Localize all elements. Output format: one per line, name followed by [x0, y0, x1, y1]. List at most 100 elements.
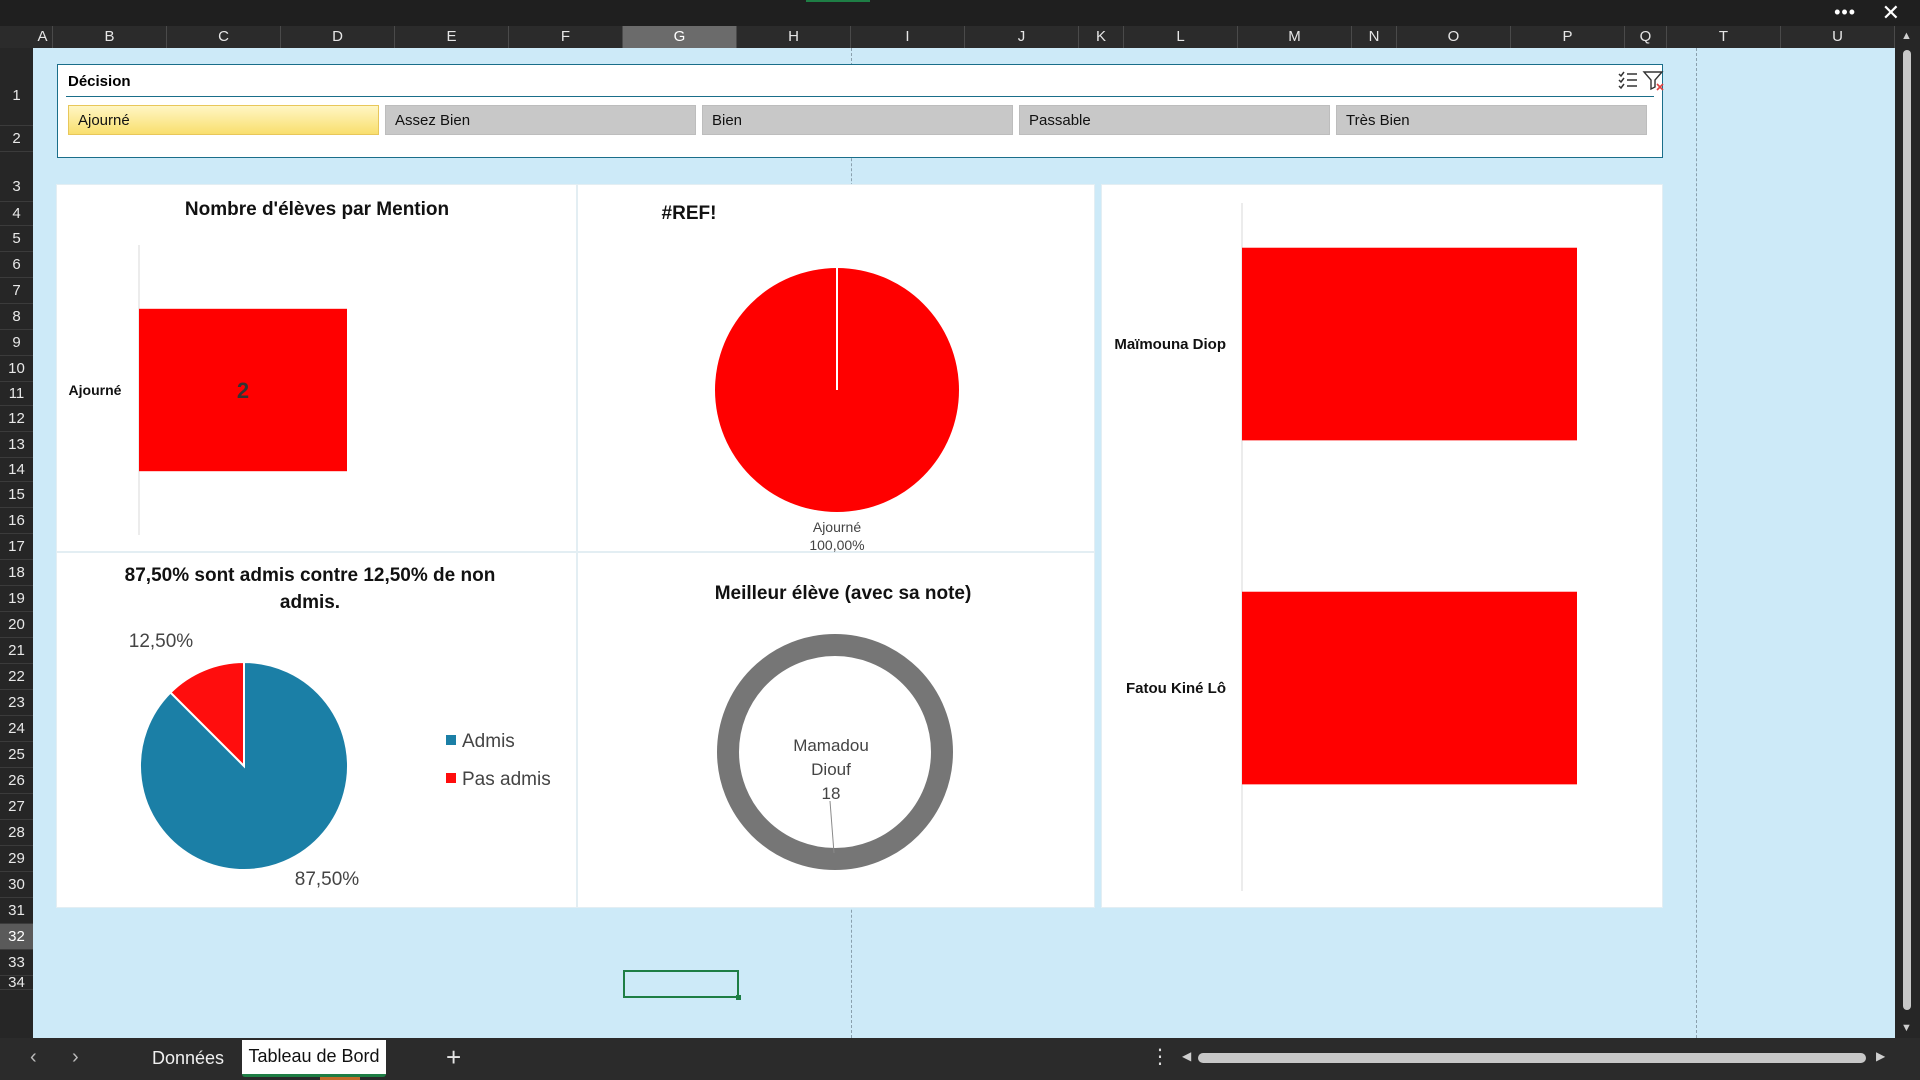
row-header-23[interactable]: 23	[0, 690, 33, 716]
decision-slicer[interactable]: Décision Ajourné Assez Bien Bien Passable Tr…	[57, 64, 1666, 158]
column-header-t[interactable]: T	[1667, 26, 1781, 48]
row-header-4[interactable]: 4	[0, 202, 33, 226]
sheet-tab-donnees[interactable]: Données	[140, 1038, 236, 1078]
legend-label: Pas admis	[462, 769, 551, 790]
chart-ref-pie[interactable]: #REF! Ajourné 100,00%	[577, 184, 1095, 553]
more-tabs-icon[interactable]: ⋮	[1150, 1044, 1170, 1069]
column-header-c[interactable]: C	[167, 26, 281, 48]
scroll-down-icon[interactable]: ▼	[1901, 1022, 1912, 1034]
row-header-22[interactable]: 22	[0, 664, 33, 690]
row-header-3[interactable]: 3	[0, 152, 33, 202]
column-header-u[interactable]: U	[1781, 26, 1895, 48]
row-header-1[interactable]: 1	[0, 48, 33, 126]
chart-mention-count[interactable]: Nombre d'élèves par Mention Ajourné 2	[56, 184, 577, 552]
row-header-20[interactable]: 20	[0, 612, 33, 638]
mention-bar-chart: Nombre d'élèves par Mention Ajourné 2	[69, 199, 449, 535]
legend-label: Admis	[462, 731, 515, 752]
row-header-32[interactable]: 32	[0, 924, 33, 950]
column-header-o[interactable]: O	[1397, 26, 1511, 48]
column-header-f[interactable]: F	[509, 26, 623, 48]
row-header-15[interactable]: 15	[0, 482, 33, 508]
chart-students[interactable]: Maïmouna Diop Fatou Kiné Lô	[1101, 184, 1663, 908]
scroll-right-icon[interactable]: ▶	[1876, 1049, 1885, 1063]
close-icon[interactable]: ✕	[1882, 0, 1900, 26]
column-header-n[interactable]: N	[1352, 26, 1397, 48]
column-header-d[interactable]: D	[281, 26, 395, 48]
vertical-scroll-thumb[interactable]	[1903, 50, 1911, 1010]
row-header-2[interactable]: 2	[0, 126, 33, 152]
row-header-27[interactable]: 27	[0, 794, 33, 820]
horizontal-scroll-thumb[interactable]	[1198, 1053, 1866, 1063]
row-header-11[interactable]: 11	[0, 382, 33, 406]
column-header-g[interactable]: G	[623, 26, 737, 48]
row-header-28[interactable]: 28	[0, 820, 33, 846]
bar[interactable]	[1242, 591, 1577, 785]
column-header-i[interactable]: I	[851, 26, 965, 48]
column-header-b[interactable]: B	[53, 26, 167, 48]
row-header-13[interactable]: 13	[0, 432, 33, 458]
chart-title: #REF!	[662, 203, 717, 224]
horizontal-scrollbar[interactable]: ◀ ▶	[1180, 1049, 1890, 1066]
category-label: Ajourné	[69, 382, 122, 398]
column-header-a[interactable]: A	[33, 26, 53, 48]
slicer-item-ajourné[interactable]: Ajourné	[68, 105, 379, 135]
row-header-6[interactable]: 6	[0, 252, 33, 278]
multi-select-icon[interactable]	[1616, 69, 1640, 93]
row-header-7[interactable]: 7	[0, 278, 33, 304]
column-header-j[interactable]: J	[965, 26, 1079, 48]
row-header-18[interactable]: 18	[0, 560, 33, 586]
page-break-line	[1696, 48, 1697, 1038]
spreadsheet-window: ••• ✕ ABCDEFGHIJKLMNOPQTU 1 2 3 4 5 6 7 8 9 10 11 1…	[0, 0, 1920, 1080]
column-header-m[interactable]: M	[1238, 26, 1352, 48]
row-header-16[interactable]: 16	[0, 508, 33, 534]
row-header-9[interactable]: 9	[0, 330, 33, 356]
worksheet-grid[interactable]: Décision Ajourné Assez Bien Bien Passable Tr…	[33, 48, 1895, 1038]
column-header-h[interactable]: H	[737, 26, 851, 48]
row-header-21[interactable]: 21	[0, 638, 33, 664]
row-header-30[interactable]: 30	[0, 872, 33, 898]
ref-pie-chart: #REF! Ajourné 100,00%	[662, 203, 959, 553]
add-sheet-button[interactable]: +	[446, 1042, 461, 1073]
center-label: Mamadou	[793, 736, 869, 755]
row-header-19[interactable]: 19	[0, 586, 33, 612]
slicer-item-très-bien[interactable]: Très Bien	[1336, 105, 1647, 135]
chart-title: admis.	[280, 592, 340, 613]
row-header-25[interactable]: 25	[0, 742, 33, 768]
vertical-scrollbar[interactable]: ▲ ▼	[1895, 26, 1920, 1038]
row-header-14[interactable]: 14	[0, 458, 33, 482]
slicer-item-passable[interactable]: Passable	[1019, 105, 1330, 135]
chart-best-student[interactable]: Meilleur élève (avec sa note) Mamadou Diou…	[577, 552, 1095, 908]
clear-filter-icon[interactable]	[1642, 69, 1666, 93]
row-header-34[interactable]: 34	[0, 975, 33, 990]
row-header-5[interactable]: 5	[0, 226, 33, 252]
students-bar-chart: Maïmouna Diop Fatou Kiné Lô	[1114, 203, 1577, 891]
column-header-l[interactable]: L	[1124, 26, 1238, 48]
column-header-p[interactable]: P	[1511, 26, 1625, 48]
chart-admis[interactable]: 87,50% sont admis contre 12,50% de non ad…	[56, 552, 577, 908]
row-header-31[interactable]: 31	[0, 898, 33, 924]
bar[interactable]	[1242, 247, 1577, 441]
row-header-24[interactable]: 24	[0, 716, 33, 742]
slicer-item-assez-bien[interactable]: Assez Bien	[385, 105, 696, 135]
more-options-icon[interactable]: •••	[1834, 2, 1856, 23]
active-cell[interactable]	[623, 970, 741, 1000]
slice-label: Ajourné	[813, 519, 861, 535]
scroll-up-icon[interactable]: ▲	[1901, 30, 1912, 42]
row-header-29[interactable]: 29	[0, 846, 33, 872]
scroll-left-icon[interactable]: ◀	[1182, 1049, 1191, 1063]
next-sheet-icon[interactable]: ›	[72, 1046, 79, 1069]
row-header-17[interactable]: 17	[0, 534, 33, 560]
row-header-8[interactable]: 8	[0, 304, 33, 330]
row-header-10[interactable]: 10	[0, 356, 33, 382]
sheet-tab-tableau-de-bord[interactable]: Tableau de Bord	[242, 1040, 386, 1080]
column-header-e[interactable]: E	[395, 26, 509, 48]
column-header-k[interactable]: K	[1079, 26, 1124, 48]
row-header-33[interactable]: 33	[0, 950, 33, 976]
slicer-item-bien[interactable]: Bien	[702, 105, 1013, 135]
column-header-q[interactable]: Q	[1625, 26, 1667, 48]
prev-sheet-icon[interactable]: ‹	[30, 1046, 37, 1069]
row-header-26[interactable]: 26	[0, 768, 33, 794]
sheet-tab-bar: ‹ › Données Tableau de Bord + ⋮ ◀ ▶	[0, 1038, 1920, 1080]
row-header-12[interactable]: 12	[0, 406, 33, 432]
data-label: 12,50%	[129, 631, 194, 652]
